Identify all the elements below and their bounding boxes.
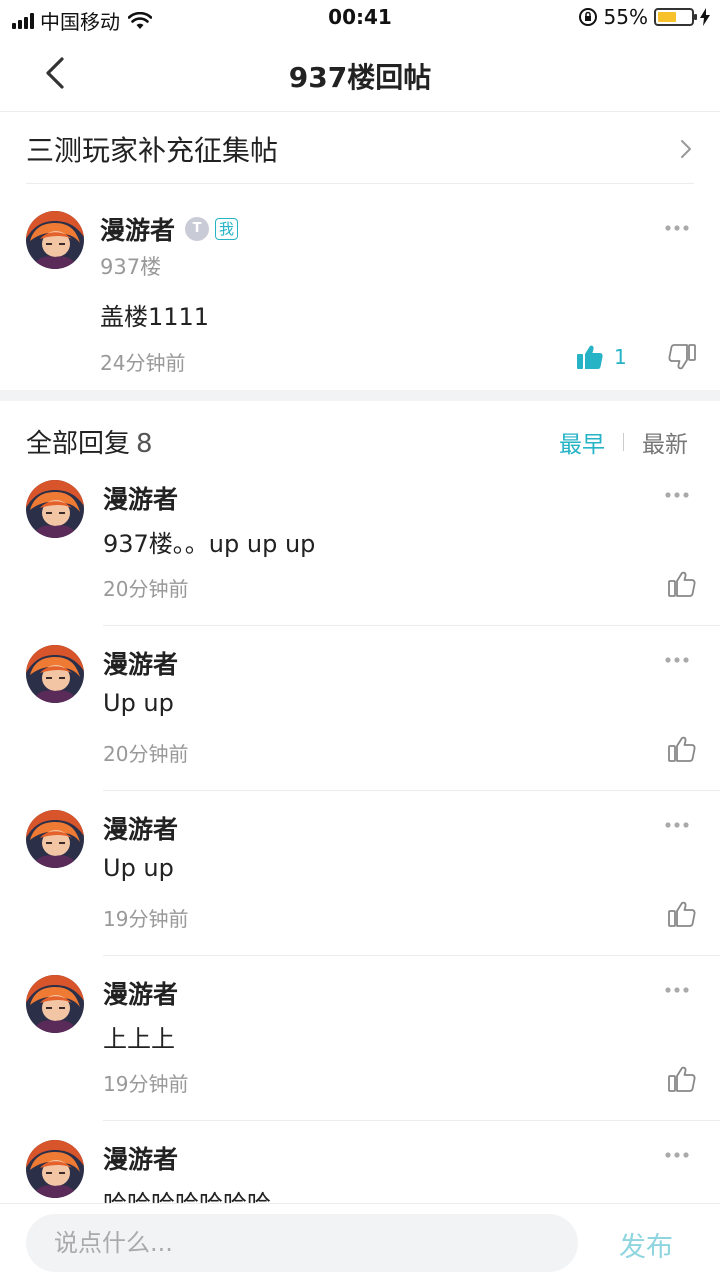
- me-badge: 我: [215, 218, 239, 240]
- avatar[interactable]: [26, 810, 84, 868]
- avatar[interactable]: [26, 975, 84, 1033]
- publish-button[interactable]: 发布: [600, 1222, 692, 1266]
- reply-divider: [103, 1120, 720, 1121]
- more-icon[interactable]: [664, 1151, 690, 1159]
- avatar[interactable]: [26, 1140, 84, 1198]
- reply-divider: [103, 955, 720, 956]
- reply-time: 20分钟前: [103, 577, 189, 601]
- sort-latest-tab[interactable]: 最新: [642, 425, 688, 459]
- reply-item: 漫游者 Up up 19分钟前: [0, 807, 720, 972]
- reply-content: 上上上: [103, 1025, 175, 1053]
- thumbs-up-filled-icon: [577, 345, 603, 369]
- status-bar: 中国移动 00:41 55%: [0, 0, 720, 36]
- post-time: 24分钟前: [100, 351, 186, 375]
- topic-title: 三测玩家补充征集帖: [26, 133, 279, 167]
- more-icon[interactable]: [664, 491, 690, 499]
- more-icon[interactable]: [664, 821, 690, 829]
- chevron-right-icon: [681, 139, 691, 158]
- reply-time: 19分钟前: [103, 1072, 189, 1096]
- post-content: 盖楼1111: [100, 303, 210, 331]
- reply-content: 937楼。。up up up: [103, 530, 316, 558]
- reply-divider: [103, 625, 720, 626]
- thumbs-up-icon[interactable]: [668, 1065, 696, 1093]
- topic-link[interactable]: 三测玩家补充征集帖: [26, 114, 694, 184]
- reply-content: Up up: [103, 689, 174, 717]
- comment-composer: 发布: [0, 1203, 720, 1280]
- page-title: 937楼回帖: [288, 61, 432, 94]
- sort-earliest-tab[interactable]: 最早: [559, 425, 605, 459]
- level-badge-icon: T: [185, 217, 210, 241]
- sort-separator: [623, 433, 624, 451]
- sort-toggle: 最早 最新: [559, 425, 688, 459]
- replies-header: 全部回复 8 最早 最新: [0, 401, 720, 477]
- orientation-lock-icon: [578, 8, 597, 26]
- status-right: 55%: [578, 5, 710, 29]
- replies-title: 全部回复 8: [26, 423, 153, 460]
- reply-time: 19分钟前: [103, 907, 189, 931]
- comment-input[interactable]: [26, 1214, 578, 1272]
- reply-author[interactable]: 漫游者: [103, 480, 178, 516]
- avatar[interactable]: [26, 211, 84, 269]
- section-divider: [0, 390, 720, 401]
- more-icon[interactable]: [664, 986, 690, 994]
- main-post: 漫游者 T 我 937楼 盖楼1111 24分钟前 1: [0, 185, 720, 390]
- floor-label: 937楼: [100, 255, 162, 279]
- more-icon[interactable]: [664, 656, 690, 664]
- reply-item: 漫游者 Up up 20分钟前: [0, 642, 720, 807]
- reply-content: Up up: [103, 854, 174, 882]
- reply-author[interactable]: 漫游者: [103, 810, 178, 846]
- thumbs-up-icon[interactable]: [668, 570, 696, 598]
- like-count: 1: [614, 345, 627, 369]
- replies-title-label: 全部回复: [26, 429, 131, 459]
- battery-fill: [658, 12, 676, 22]
- thumbs-up-icon[interactable]: [668, 735, 696, 763]
- reply-item: 漫游者 937楼。。up up up 20分钟前: [0, 477, 720, 642]
- nav-bar: 937楼回帖: [0, 36, 720, 112]
- reply-author[interactable]: 漫游者: [103, 645, 178, 681]
- avatar[interactable]: [26, 645, 84, 703]
- author-name[interactable]: 漫游者: [100, 211, 175, 247]
- more-icon[interactable]: [664, 224, 690, 232]
- like-button[interactable]: 1: [576, 343, 627, 371]
- reply-time: 20分钟前: [103, 742, 189, 766]
- reply-divider: [103, 790, 720, 791]
- charging-icon: [700, 8, 710, 26]
- battery-percent: 55%: [603, 5, 648, 29]
- author-row: 漫游者 T 我: [100, 211, 239, 247]
- reply-item: 漫游者 上上上 19分钟前: [0, 972, 720, 1137]
- thumbs-down-icon[interactable]: [668, 343, 696, 371]
- reply-author[interactable]: 漫游者: [103, 975, 178, 1011]
- avatar[interactable]: [26, 480, 84, 538]
- thumbs-up-icon[interactable]: [668, 900, 696, 928]
- replies-count: 8: [136, 429, 153, 459]
- reply-author[interactable]: 漫游者: [103, 1140, 178, 1176]
- battery-icon: [654, 8, 697, 26]
